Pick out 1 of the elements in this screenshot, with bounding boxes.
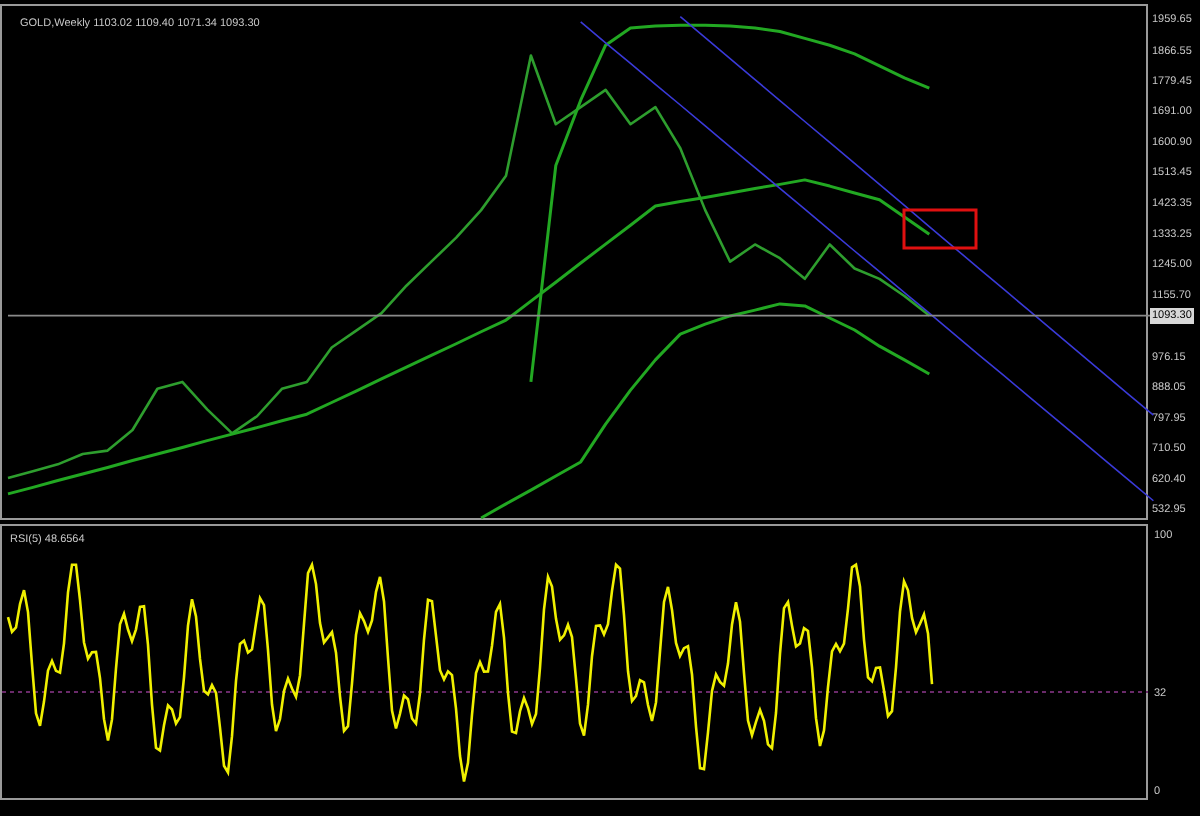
highlight-rectangle xyxy=(902,208,978,250)
